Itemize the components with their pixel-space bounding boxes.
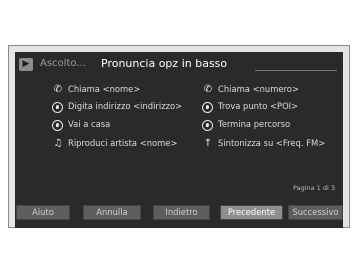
navigation-icon — [52, 120, 63, 131]
music-note-icon: ♫ — [53, 138, 63, 149]
navigation-icon — [202, 120, 213, 131]
radio-antenna-icon: ↑ — [203, 138, 213, 149]
voice-command-screen: ▶ Ascolto... Pronuncia opz in basso ✆ Ch… — [15, 52, 343, 228]
command-label: Vai a casa — [68, 119, 111, 129]
command-label: Digita indirizzo <indirizzo> — [68, 101, 183, 111]
navigation-icon — [202, 102, 213, 113]
command-label: Sintonizza su <Freq. FM> — [218, 138, 326, 148]
cancel-button[interactable]: Annulla — [83, 205, 141, 220]
command-label: Riproduci artista <nome> — [68, 138, 178, 148]
help-button[interactable]: Aiuto — [16, 205, 70, 220]
voice-command-icon: ▶ — [19, 58, 33, 71]
listening-status: Ascolto... — [40, 58, 86, 69]
phone-icon: ✆ — [53, 84, 63, 95]
navigation-icon — [52, 102, 63, 113]
command-label: Chiama <numero> — [218, 84, 299, 94]
previous-button[interactable]: Precedente — [220, 205, 283, 220]
voice-prompt-text: Pronuncia opz in basso — [101, 57, 228, 70]
back-button[interactable]: Indietro — [153, 205, 210, 220]
voice-prompt-header: ▶ Ascolto... Pronuncia opz in basso — [15, 52, 343, 78]
header-divider — [255, 70, 337, 71]
next-button[interactable]: Successivo — [288, 205, 343, 220]
page-indicator: Pagina 1 di 3 — [292, 184, 335, 192]
phone-icon: ✆ — [203, 84, 213, 95]
command-label: Trova punto <POI> — [218, 101, 299, 111]
command-label: Chiama <nome> — [68, 84, 141, 94]
command-label: Termina percorso — [218, 119, 291, 129]
